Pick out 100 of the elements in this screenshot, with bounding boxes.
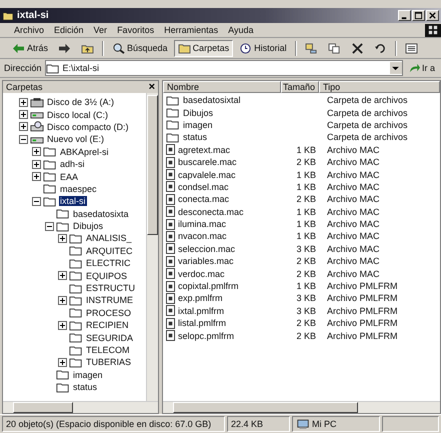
file-name[interactable]: nvacon.mac [178, 231, 227, 242]
file-name[interactable]: listal.pmlfrm [178, 318, 226, 328]
address-field[interactable]: E:\ixtal-si [44, 60, 403, 76]
expand-icon[interactable] [19, 110, 28, 120]
horizontal-scrollbar[interactable] [163, 401, 440, 413]
tree-item[interactable]: imagen [72, 370, 104, 380]
file-size: 2 KB [296, 256, 316, 266]
tree-item[interactable]: Disco de 3½ (A:) [46, 97, 116, 108]
tree-item[interactable]: maespec [59, 184, 98, 194]
expand-icon[interactable] [58, 358, 67, 367]
file-name[interactable]: desconecta.mac [178, 206, 244, 217]
file-name[interactable]: capvalele.mac [178, 170, 236, 180]
tree-item[interactable]: Dibujos [72, 221, 104, 232]
computer-icon [296, 418, 310, 430]
file-name[interactable]: ilumina.mac [178, 219, 226, 230]
file-name[interactable]: selopc.pmlfrm [178, 330, 234, 341]
search-button[interactable]: Búsqueda [108, 40, 172, 56]
horizontal-scrollbar[interactable] [3, 401, 158, 413]
tree-item[interactable]: TUBERIAS [85, 357, 132, 368]
tree-item[interactable]: basedatosixta [72, 208, 130, 219]
menu-item[interactable]: Archivo [14, 25, 44, 35]
expand-icon[interactable] [58, 234, 67, 243]
menu-item[interactable]: Favoritos [117, 25, 154, 35]
file-name[interactable]: buscarele.mac [178, 157, 237, 168]
folder-icon [69, 294, 83, 306]
file-name[interactable]: exp.pmlfrm [178, 293, 223, 304]
tree-item[interactable]: ABKAprel-si [59, 146, 110, 157]
tree-item[interactable]: Disco compacto (D:) [46, 122, 130, 132]
folder-icon [56, 369, 70, 380]
menu-item[interactable]: Herramientas [164, 25, 218, 35]
minimize-button[interactable] [398, 10, 411, 21]
file-name[interactable]: conecta.mac [178, 194, 230, 204]
column-header[interactable]: Tipo [319, 81, 440, 93]
tree-item[interactable]: RECIPIEN [85, 320, 130, 330]
file-size: 1 KB [296, 182, 316, 192]
file-size: 2 KB [296, 194, 316, 204]
file-type: Carpeta de archivos [327, 108, 408, 118]
maximize-button[interactable] [412, 10, 425, 21]
file-name[interactable]: copixtal.pmlfrm [178, 281, 239, 292]
go-button[interactable]: Ir a [406, 62, 437, 74]
expand-icon[interactable] [32, 172, 41, 182]
file-icon [166, 243, 175, 254]
expand-icon[interactable] [58, 271, 67, 280]
history-button[interactable]: Historial [235, 40, 291, 56]
tree-item[interactable]: ARQUITEC [85, 246, 134, 256]
expand-icon[interactable] [32, 160, 41, 169]
file-icon [166, 144, 175, 156]
file-type: Archivo PMLFRM [327, 330, 398, 341]
tree-item[interactable]: INSTRUME [85, 295, 134, 306]
expand-icon[interactable] [58, 296, 67, 305]
go-arrow-icon [408, 62, 421, 74]
collapse-icon[interactable] [32, 196, 41, 206]
folders-button[interactable]: Carpetas [174, 40, 234, 56]
file-name[interactable]: verdoc.mac [178, 268, 225, 279]
collapse-icon[interactable] [45, 222, 54, 231]
expand-icon[interactable] [58, 320, 67, 330]
tree-item[interactable]: ANALISIS_ [85, 233, 133, 244]
file-type: Archivo PMLFRM [327, 281, 398, 292]
tree-item[interactable]: EAA [59, 172, 80, 182]
file-type: Archivo PMLFRM [327, 318, 398, 328]
folder-icon [69, 307, 83, 318]
vertical-scrollbar[interactable] [146, 93, 158, 401]
column-header[interactable]: Tamaño [281, 81, 319, 93]
expand-icon[interactable] [32, 147, 41, 156]
file-name[interactable]: basedatosixtal [183, 95, 241, 106]
collapse-icon[interactable] [19, 134, 28, 144]
tree-item[interactable]: Disco local (C:) [46, 110, 110, 120]
file-name[interactable]: status [183, 132, 208, 142]
tree-item[interactable]: PROCESO [85, 308, 132, 318]
column-header[interactable]: Nombre [163, 81, 281, 93]
menu-item[interactable]: Ayuda [228, 25, 254, 35]
file-name[interactable]: seleccion.mac [178, 244, 236, 254]
menu-item[interactable]: Edición [54, 25, 84, 35]
tree-item[interactable]: ESTRUCTU [85, 283, 136, 294]
file-type: Archivo MAC [327, 182, 380, 192]
tree-item[interactable]: TELECOM [85, 345, 131, 355]
file-name[interactable]: condsel.mac [178, 182, 229, 192]
tree-item[interactable]: ixtal-si [59, 196, 87, 206]
file-size: 1 KB [296, 206, 316, 217]
folder-icon [69, 258, 83, 269]
file-name[interactable]: ixtal.pmlfrm [178, 306, 224, 316]
close-pane-button[interactable]: × [148, 82, 155, 92]
tree-item[interactable]: EQUIPOS [85, 270, 128, 281]
tree-item[interactable]: adh-si [59, 159, 86, 170]
menu-item[interactable]: Ver [94, 25, 108, 35]
tree-item[interactable]: status [72, 382, 98, 392]
floppy-drive-icon [30, 96, 44, 108]
close-button[interactable] [426, 10, 439, 21]
folders-icon [178, 42, 191, 54]
tree-item[interactable]: SEGURIDA [85, 332, 134, 343]
tree-item[interactable]: ELECTRIC [85, 258, 132, 268]
file-name[interactable]: Dibujos [183, 108, 214, 118]
back-arrow-button[interactable]: Atrás [8, 40, 52, 56]
file-name[interactable]: variables.mac [178, 256, 234, 266]
file-name[interactable]: imagen [183, 120, 213, 130]
file-name[interactable]: agretext.mac [178, 144, 230, 155]
expand-icon[interactable] [19, 98, 28, 107]
expand-icon[interactable] [19, 122, 28, 132]
tree-item[interactable]: Nuevo vol (E:) [46, 134, 106, 144]
file-size: 2 KB [296, 157, 316, 168]
